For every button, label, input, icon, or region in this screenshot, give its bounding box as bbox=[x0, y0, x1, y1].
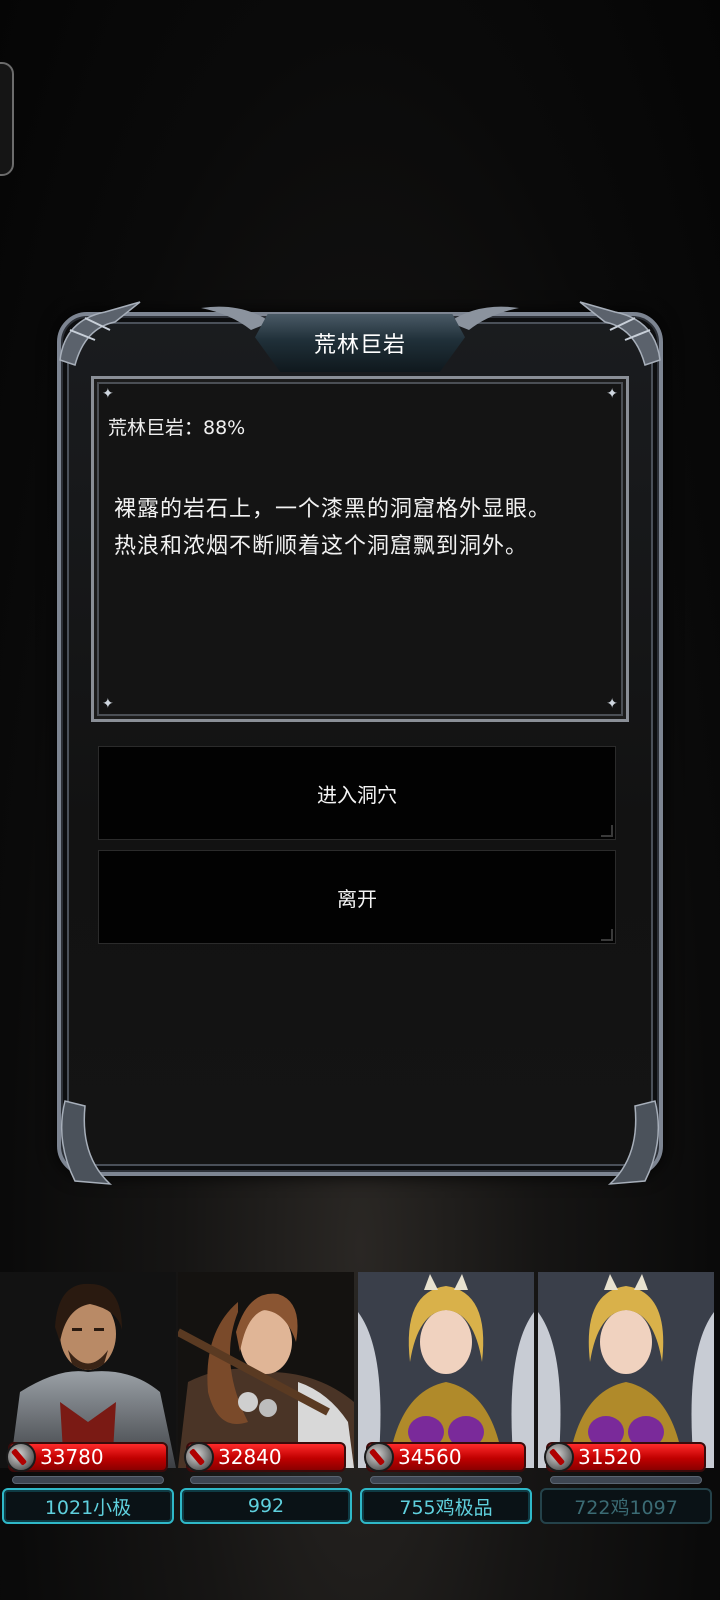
side-drawer-tab[interactable] bbox=[0, 62, 14, 176]
hero-name-plate: 755鸡极品 bbox=[360, 1488, 532, 1524]
event-description: 裸露的岩石上，一个漆黑的洞窟格外显眼。 热浪和浓烟不断顺着这个洞窟飘到洞外。 bbox=[114, 491, 614, 565]
dialog-title-plate: 荒林巨岩 bbox=[255, 314, 465, 372]
hero-card[interactable]: 31520 722鸡1097 bbox=[538, 1272, 714, 1528]
hero-hp-bar: 33780 bbox=[6, 1442, 168, 1472]
sword-icon bbox=[184, 1442, 214, 1472]
event-description-panel: ✦ ✦ ✦ ✦ 荒林巨岩：88% 裸露的岩石上，一个漆黑的洞窟格外显眼。 热浪和… bbox=[91, 376, 629, 722]
hero-hp-value: 31520 bbox=[578, 1445, 642, 1469]
event-description-line: 裸露的岩石上，一个漆黑的洞窟格外显眼。 bbox=[114, 497, 552, 522]
hero-card[interactable]: 33780 1021小极 bbox=[0, 1272, 176, 1528]
event-description-line: 热浪和浓烟不断顺着这个洞窟飘到洞外。 bbox=[114, 534, 529, 559]
dialog-title: 荒林巨岩 bbox=[313, 333, 406, 358]
hero-hp-value: 34560 bbox=[398, 1445, 462, 1469]
enter-cave-button[interactable]: 进入洞穴 bbox=[98, 746, 616, 840]
hero-hp-value: 33780 bbox=[40, 1445, 104, 1469]
hero-card[interactable]: 34560 755鸡极品 bbox=[358, 1272, 534, 1528]
sparkle-icon: ✦ bbox=[606, 386, 618, 402]
hero-hp-bar: 31520 bbox=[544, 1442, 706, 1472]
hero-name-plate: 722鸡1097 bbox=[540, 1488, 712, 1524]
hero-portrait bbox=[178, 1272, 354, 1468]
event-dialog: 荒林巨岩 ✦ ✦ ✦ ✦ 荒林巨岩：88% 裸露的岩石上，一个漆黑的洞窟格外显眼… bbox=[57, 301, 663, 1185]
sword-icon bbox=[6, 1442, 36, 1472]
exploration-progress: 荒林巨岩：88% bbox=[108, 417, 246, 439]
sparkle-icon: ✦ bbox=[606, 696, 618, 712]
frame-corner-ornament-top-right bbox=[579, 301, 661, 366]
hero-hp-value: 32840 bbox=[218, 1445, 282, 1469]
frame-corner-ornament-bottom-right bbox=[607, 1100, 660, 1185]
hero-card[interactable]: 32840 992 bbox=[178, 1272, 354, 1528]
hero-hp-bar: 32840 bbox=[184, 1442, 346, 1472]
sword-icon bbox=[364, 1442, 394, 1472]
frame-corner-ornament-bottom-left bbox=[60, 1100, 113, 1185]
hero-portrait bbox=[358, 1272, 534, 1468]
hero-energy-bar bbox=[12, 1476, 164, 1484]
hero-energy-bar bbox=[370, 1476, 522, 1484]
hero-portrait bbox=[538, 1272, 714, 1468]
hero-hp-bar: 34560 bbox=[364, 1442, 526, 1472]
hero-energy-bar bbox=[550, 1476, 702, 1484]
leave-button[interactable]: 离开 bbox=[98, 850, 616, 944]
hero-name-plate: 992 bbox=[180, 1488, 352, 1524]
sword-icon bbox=[544, 1442, 574, 1472]
hero-portrait bbox=[0, 1272, 176, 1468]
sparkle-icon: ✦ bbox=[102, 696, 114, 712]
hero-name-plate: 1021小极 bbox=[2, 1488, 174, 1524]
hero-energy-bar bbox=[190, 1476, 342, 1484]
sparkle-icon: ✦ bbox=[102, 386, 114, 402]
frame-corner-ornament-top-left bbox=[59, 301, 141, 366]
